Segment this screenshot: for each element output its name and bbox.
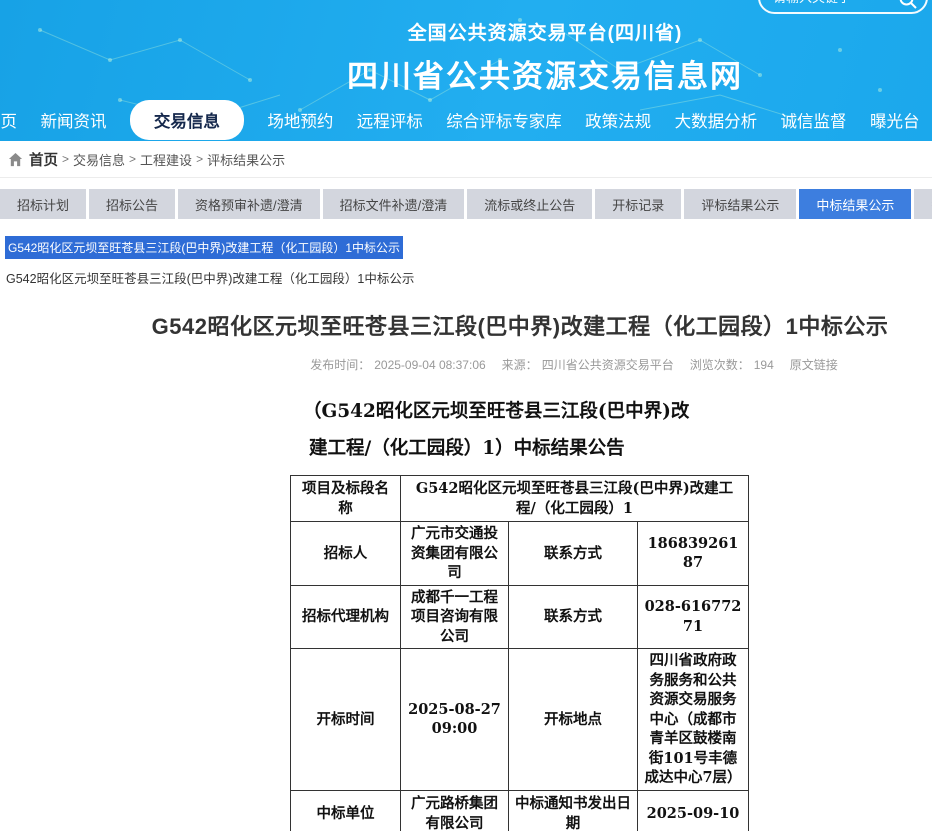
document-title: （G542昭化区元坝至旺苍县三江段(巴中界)改 建工程/（化工园段）1）中标结果… (303, 393, 932, 467)
cell-agency-contact-label: 联系方式 (509, 585, 638, 649)
nav-item-trade-info[interactable]: 交易信息 (130, 100, 244, 140)
main-nav: 首页 新闻资讯 交易信息 场地预约 远程评标 综合评标专家库 政策法规 大数据分… (0, 99, 932, 141)
breadcrumb-trade-info[interactable]: 交易信息 (73, 150, 125, 169)
listing-link[interactable]: G542昭化区元坝至旺苍县三江段(巴中界)改建工程（化工园段）1中标公示 (6, 268, 932, 287)
tab-bid-plan[interactable]: 招标计划 (0, 189, 86, 219)
cell-contact-label: 联系方式 (509, 522, 638, 586)
nav-item-expert-pool[interactable]: 综合评标专家库 (446, 108, 562, 132)
original-link[interactable]: 原文链接 (790, 358, 838, 372)
site-title: 四川省公共资源交易信息网 (158, 51, 932, 96)
page-title: G542昭化区元坝至旺苍县三江段(巴中界)改建工程（化工园段）1中标公示 (0, 309, 932, 341)
tab-winning-results[interactable]: 中标结果公示 (799, 189, 911, 219)
cell-notice-date-label: 中标通知书发出日期 (509, 790, 638, 831)
nav-item-home[interactable]: 首页 (0, 108, 17, 132)
cell-tenderer-value: 广元市交通投资集团有限公司 (401, 522, 509, 586)
nav-item-policies[interactable]: 政策法规 (585, 108, 651, 132)
site-subtitle: 全国公共资源交易平台(四川省) (158, 18, 932, 45)
table-row: 招标人 广元市交通投资集团有限公司 联系方式 18683926187 (291, 522, 749, 586)
document-title-line1: （G542昭化区元坝至旺苍县三江段(巴中界)改 (303, 393, 932, 430)
source-label: 来源： (502, 358, 538, 372)
cell-winner-value: 广元路桥集团有限公司 (401, 790, 509, 831)
publish-time-label: 发布时间： (310, 358, 370, 372)
table-row: 项目及标段名称 G542昭化区元坝至旺苍县三江段(巴中界)改建工程/（化工园段）… (291, 476, 749, 522)
document-title-line2: 建工程/（化工园段）1）中标结果公告 (303, 430, 932, 467)
cell-opening-place-label: 开标地点 (509, 649, 638, 791)
publish-time: 2025-09-04 08:37:06 (374, 358, 485, 372)
page: 全国公共资源交易平台(四川省) 四川省公共资源交易信息网 首页 新闻资讯 交易信… (0, 0, 932, 831)
cell-opening-time-value: 2025-08-27 09:00 (401, 649, 509, 791)
cell-agency-value: 成都千一工程项目咨询有限公司 (401, 585, 509, 649)
breadcrumb-separator: > (129, 152, 136, 166)
breadcrumb: 首页 > 交易信息 > 工程建设 > 评标结果公示 (0, 141, 932, 178)
breadcrumb-evaluation-results[interactable]: 评标结果公示 (207, 150, 285, 169)
category-tabs: 招标计划 招标公告 资格预审补遗/澄清 招标文件补遗/澄清 流标或终止公告 开标… (0, 189, 932, 219)
nav-item-news[interactable]: 新闻资讯 (40, 108, 106, 132)
cell-contact-value: 18683926187 (638, 522, 749, 586)
nav-item-remote-evaluation[interactable]: 远程评标 (357, 108, 423, 132)
breadcrumb-separator: > (196, 152, 203, 166)
cell-notice-date-value: 2025-09-10 (638, 790, 749, 831)
breadcrumb-separator: > (62, 152, 69, 166)
tab-evaluation-results[interactable]: 评标结果公示 (684, 189, 796, 219)
nav-item-integrity[interactable]: 诚信监督 (781, 108, 847, 132)
views-label: 浏览次数： (690, 358, 750, 372)
views-count: 194 (754, 358, 774, 372)
nav-item-exposure[interactable]: 曝光台 (870, 108, 920, 132)
tab-bid-doc-addendum[interactable]: 招标文件补遗/澄清 (323, 189, 465, 219)
cell-tenderer-label: 招标人 (291, 522, 401, 586)
nav-item-venue-booking[interactable]: 场地预约 (267, 108, 333, 132)
announcement-document: （G542昭化区元坝至旺苍县三江段(巴中界)改 建工程/（化工园段）1）中标结果… (0, 393, 932, 831)
cell-winner-label: 中标单位 (291, 790, 401, 831)
result-table: 项目及标段名称 G542昭化区元坝至旺苍县三江段(巴中界)改建工程/（化工园段）… (290, 475, 749, 831)
cell-project-name-value: G542昭化区元坝至旺苍县三江段(巴中界)改建工程/（化工园段）1 (401, 476, 749, 522)
article-meta: 发布时间： 2025-09-04 08:37:06 来源： 四川省公共资源交易平台 浏览… (0, 356, 932, 373)
cell-opening-time-label: 开标时间 (291, 649, 401, 791)
tab-contract-performance[interactable]: 签约履行 (914, 189, 932, 219)
home-icon[interactable] (8, 152, 23, 167)
tab-bid-announcement[interactable]: 招标公告 (89, 189, 175, 219)
tab-prequalification-addendum[interactable]: 资格预审补遗/澄清 (178, 189, 320, 219)
breadcrumb-home[interactable]: 首页 (29, 149, 58, 170)
table-row: 招标代理机构 成都千一工程项目咨询有限公司 联系方式 028-61677271 (291, 585, 749, 649)
nav-item-big-data[interactable]: 大数据分析 (675, 108, 758, 132)
cell-agency-label: 招标代理机构 (291, 585, 401, 649)
cell-project-name-label: 项目及标段名称 (291, 476, 401, 522)
breadcrumb-engineering[interactable]: 工程建设 (140, 150, 192, 169)
cell-opening-place-value: 四川省政府政务服务和公共资源交易服务中心（成都市青羊区鼓楼南街101号丰德成达中… (638, 649, 749, 791)
tab-bid-opening-record[interactable]: 开标记录 (595, 189, 681, 219)
table-row: 开标时间 2025-08-27 09:00 开标地点 四川省政府政务服务和公共资… (291, 649, 749, 791)
table-row: 中标单位 广元路桥集团有限公司 中标通知书发出日期 2025-09-10 (291, 790, 749, 831)
header-banner: 全国公共资源交易平台(四川省) 四川省公共资源交易信息网 首页 新闻资讯 交易信… (0, 0, 932, 141)
site-title-block: 全国公共资源交易平台(四川省) 四川省公共资源交易信息网 (0, 0, 932, 96)
listing-link-highlighted[interactable]: G542昭化区元坝至旺苍县三江段(巴中界)改建工程（化工园段）1中标公示 (5, 236, 403, 259)
tab-failed-or-terminated[interactable]: 流标或终止公告 (467, 189, 592, 219)
cell-agency-contact-value: 028-61677271 (638, 585, 749, 649)
source-value: 四川省公共资源交易平台 (542, 358, 674, 372)
